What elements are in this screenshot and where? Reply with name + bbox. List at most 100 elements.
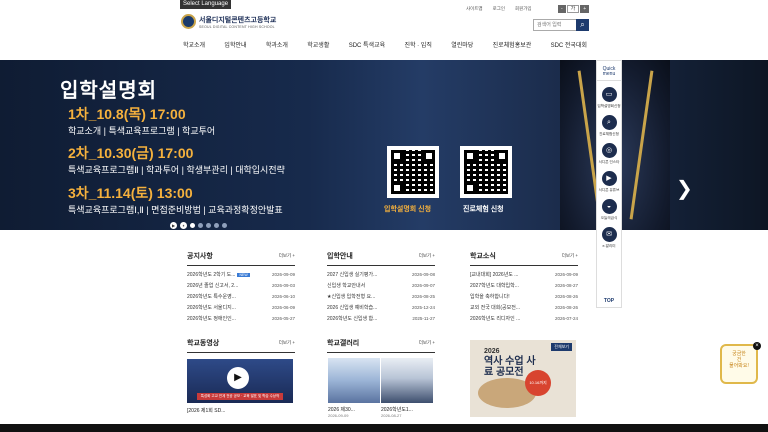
school-name-en: SEOUL DIGITAL CONTENT HIGH SCHOOL: [199, 24, 275, 29]
list-item[interactable]: [교내대회] 2026년도 ... 2026-09-09: [470, 269, 578, 280]
monitor-icon: ▭: [601, 87, 617, 102]
footer-bar: [0, 424, 768, 432]
section-title: 학교동영상: [187, 340, 220, 347]
meal-icon: ◒: [601, 199, 617, 214]
gallery-caption[interactable]: 2026 제30...: [328, 406, 355, 413]
nav-item-career-hall[interactable]: 진로체험홍보관: [490, 40, 535, 49]
more-link[interactable]: 더보기 +: [419, 340, 435, 346]
slider-dot[interactable]: [206, 223, 211, 228]
qr-career-label: 진로체험 신청: [463, 206, 504, 213]
qr-briefing-label: 입학설명회 신청: [384, 206, 432, 213]
search-icon[interactable]: ⌕: [576, 19, 589, 31]
hero-banner[interactable]: 입학설명회 1차_10.8(목) 17:00 학교소개 | 특색교육프로그램 |…: [0, 60, 768, 230]
gallery-date: 2026-09-09: [328, 413, 349, 418]
nav-item-school-life[interactable]: 학교생활: [304, 40, 332, 49]
nav-item-open-forum[interactable]: 열린마당: [448, 40, 476, 49]
list-item[interactable]: 신입생 학교안내서 2026-09-07: [327, 280, 435, 291]
font-decrease-button[interactable]: -: [558, 5, 566, 13]
school-emblem-icon: [181, 14, 196, 29]
nav-item-departments[interactable]: 학과소개: [263, 40, 291, 49]
mail-icon: ✉: [601, 227, 617, 242]
utility-links: 사이트맵 로그인 회원가입: [466, 6, 532, 12]
close-icon[interactable]: ×: [753, 342, 761, 350]
instagram-icon: ◎: [601, 143, 617, 158]
youtube-icon: ▶: [601, 171, 617, 186]
qr-code-briefing[interactable]: [387, 146, 439, 198]
magnifier-icon: ⌕: [601, 115, 617, 130]
slider-dot[interactable]: [198, 223, 203, 228]
slider-controls: ▶ ⏸: [170, 222, 227, 229]
quick-item-youtube[interactable]: ▶ 서디콘 유튜브: [599, 171, 619, 193]
list-item[interactable]: 2026년 졸업 신고서, 2... 2026-09-03: [187, 280, 295, 291]
video-thumbnail[interactable]: ▶ 특성화 고교 연계 전공 공모 · 교육 발표 및 학습 수상작: [187, 359, 293, 403]
slider-dot[interactable]: [214, 223, 219, 228]
list-item[interactable]: 2026학년도 신입생 합... 2025-11-27: [327, 313, 435, 324]
quick-item-instagram[interactable]: ◎ 서디콘 인스타: [599, 143, 619, 165]
board-title: 공지사항: [187, 253, 213, 260]
gallery-photo[interactable]: [328, 358, 380, 403]
list-item[interactable]: 2026학년도 서울디지... 2026-06-09: [187, 302, 295, 313]
quick-menu-title: Quick menu: [597, 61, 621, 81]
video-caption[interactable]: [2026 제1회 SD...: [187, 407, 225, 414]
more-link[interactable]: 더보기 +: [419, 253, 435, 259]
session-1-date: 1차_10.8(목) 17:00: [68, 106, 186, 122]
view-all-button[interactable]: 전체보기: [551, 343, 572, 351]
slider-dot[interactable]: [222, 223, 227, 228]
nav-item-sdc-contest[interactable]: SDC 전국대회: [548, 40, 590, 49]
gallery-photo[interactable]: [381, 358, 433, 403]
poster-deadline-stamp: 10.16까지: [525, 370, 551, 396]
slider-dot[interactable]: [190, 223, 195, 228]
nav-item-career[interactable]: 진학 · 입직: [401, 40, 434, 49]
list-item[interactable]: 2026 신입생 예비학습... 2025-12-24: [327, 302, 435, 313]
main-nav: 학교소개 입학안내 학과소개 학교생활 SDC 특색교육 진학 · 입직 열린마…: [180, 40, 590, 49]
session-3-desc: 특색교육프로그램Ⅰ,Ⅱ | 면접준비방법 | 교육과정확정안발표: [68, 205, 283, 215]
list-item[interactable]: 2026학년도 특수운영... 2026-06-10: [187, 291, 295, 302]
poster-year: 2026: [484, 348, 500, 355]
board-school-news: 학교소식 더보기 + [교내대회] 2026년도 ... 2026-09-09 2…: [470, 251, 578, 324]
pause-icon[interactable]: ⏸: [180, 222, 187, 229]
list-item[interactable]: 2026학년도 정애인인... 2026-05-27: [187, 313, 295, 324]
school-name-ko: 서울디지털콘텐츠고등학교: [199, 16, 277, 24]
quick-item-briefing[interactable]: ▭ 입학설명회신청: [597, 87, 621, 109]
play-icon[interactable]: ▶: [227, 367, 249, 389]
signup-link[interactable]: 회원가입: [515, 6, 532, 12]
more-link[interactable]: 더보기 +: [279, 340, 295, 346]
school-logo[interactable]: 서울디지털콘텐츠고등학교 SEOUL DIGITAL CONTENT HIGH …: [181, 14, 276, 29]
more-link[interactable]: 더보기 +: [279, 253, 295, 259]
board-admission: 입학안내 더보기 + 2027 신입생 실기평가... 2026-09-08 신입…: [327, 251, 435, 324]
font-size-label: 가: [566, 5, 580, 13]
list-item[interactable]: ★신입생 입학전형 요... 2026-08-25: [327, 291, 435, 302]
list-item[interactable]: 2026학년도 리디자인 ... 2026-07-24: [470, 313, 578, 324]
quick-item-career[interactable]: ⌕ 진로체험신청: [599, 115, 619, 137]
contest-poster[interactable]: 전체보기 2026 역사 수업 사료 공모전 10.16까지: [470, 340, 576, 417]
video-section: 학교동영상 더보기 +: [187, 338, 295, 353]
quick-menu: Quick menu ▭ 입학설명회신청 ⌕ 진로체험신청 ◎ 서디콘 인스타 ▶…: [596, 60, 622, 308]
chatbot-badge[interactable]: 궁금한 건 물어봐요!: [720, 344, 758, 384]
session-2-date: 2차_10.30(금) 17:00: [68, 145, 194, 161]
board-title: 학교소식: [470, 253, 496, 260]
list-item[interactable]: 교외 전국 대회(공모전... 2026-08-26: [470, 302, 578, 313]
list-item[interactable]: 입학을 축하합니다! 2026-08-26: [470, 291, 578, 302]
qr-code-career[interactable]: [460, 146, 512, 198]
play-icon[interactable]: ▶: [170, 222, 177, 229]
top-button[interactable]: TOP: [604, 295, 614, 307]
sitemap-link[interactable]: 사이트맵: [466, 6, 483, 12]
nav-item-about[interactable]: 학교소개: [180, 40, 208, 49]
more-link[interactable]: 더보기 +: [562, 253, 578, 259]
font-increase-button[interactable]: +: [580, 5, 590, 13]
list-item[interactable]: 2026학년도 2학기 도... NEW 2026-09-09: [187, 269, 295, 280]
nav-item-sdc-education[interactable]: SDC 특색교육: [346, 40, 388, 49]
list-item[interactable]: 2027 신입생 실기평가... 2026-09-08: [327, 269, 435, 280]
quick-item-ealimi[interactable]: ✉ e-알리미: [601, 227, 617, 249]
session-3-date: 3차_11.14(토) 13:00: [68, 185, 193, 201]
new-badge: NEW: [237, 272, 250, 277]
hero-title: 입학설명회: [60, 80, 157, 102]
board-title: 입학안내: [327, 253, 353, 260]
gallery-caption[interactable]: 2026학년도1...: [381, 406, 413, 413]
list-item[interactable]: 2027학년도 대학입학... 2026-08-27: [470, 280, 578, 291]
hero-next-arrow-icon[interactable]: ❯: [676, 176, 693, 201]
login-link[interactable]: 로그인: [493, 6, 505, 12]
select-language[interactable]: Select Language: [180, 0, 232, 9]
quick-item-meal[interactable]: ◒ 오늘의급식: [601, 199, 617, 221]
nav-item-admission[interactable]: 입학안내: [221, 40, 249, 49]
